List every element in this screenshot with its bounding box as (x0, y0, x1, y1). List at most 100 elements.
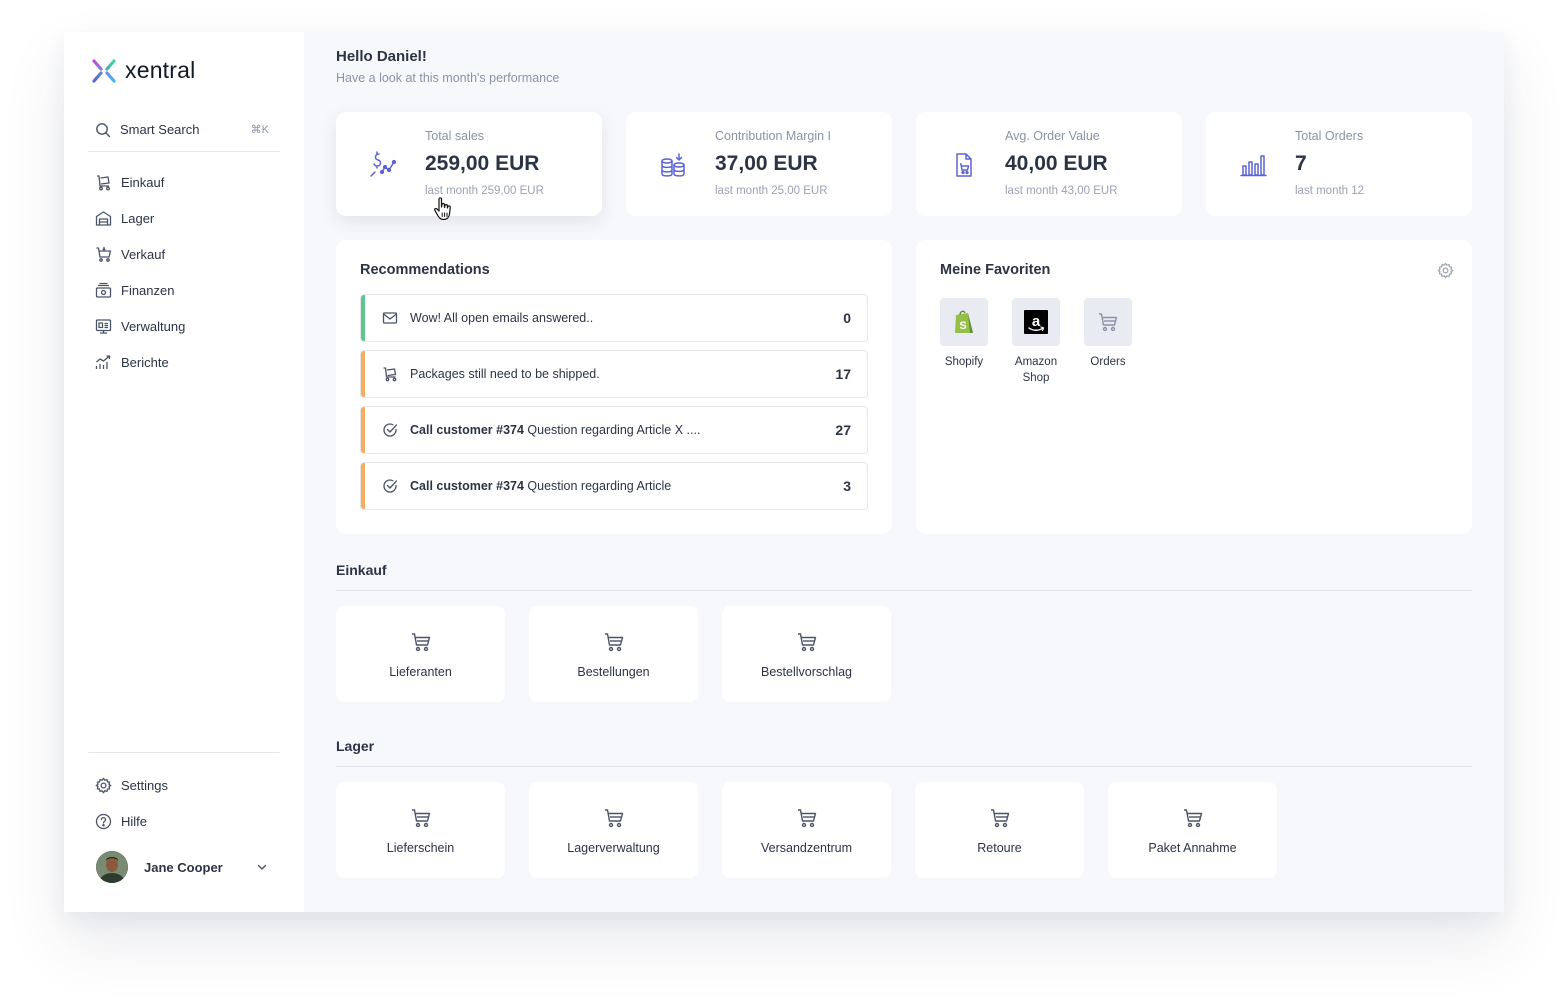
search-icon (96, 122, 111, 137)
warehouse-icon (95, 210, 112, 226)
favorite-orders[interactable]: Orders (1084, 298, 1132, 386)
avatar-portrait-icon (96, 851, 128, 883)
cart-trolley-icon (97, 174, 110, 190)
sidebar-item-verkauf[interactable]: Verkauf (88, 236, 280, 272)
sidebar-item-label: Einkauf (121, 174, 165, 190)
shopping-cart-icon (96, 246, 112, 262)
app-window: xentral Smart Search ⌘K Einkauf Lager Ve… (64, 32, 1504, 912)
recommendation-item[interactable]: Packages still need to be shipped. 17 (360, 350, 868, 398)
status-indicator (361, 295, 365, 341)
tile-lagerverwaltung[interactable]: Lagerverwaltung (529, 782, 698, 878)
trolley-icon (383, 367, 397, 382)
cart-icon (797, 809, 816, 828)
status-indicator (361, 463, 365, 509)
cart-icon (411, 633, 430, 652)
tiles-einkauf: Lieferanten Bestellungen Bestellvorschla… (336, 606, 891, 702)
stat-card-avg-order-value[interactable]: Avg. Order Value 40,00 EUR last month 43… (916, 112, 1182, 216)
gear-icon (95, 777, 112, 793)
stat-label: Total sales (425, 129, 485, 143)
brand-name: xentral (125, 57, 196, 83)
tile-versandzentrum[interactable]: Versandzentrum (722, 782, 891, 878)
favorite-amazon-shop[interactable]: a Amazon Shop (1012, 298, 1060, 386)
recommendation-count: 27 (835, 422, 851, 438)
user-menu[interactable]: Jane Cooper (88, 847, 280, 887)
mail-icon (382, 312, 398, 324)
smart-search-label: Smart Search (120, 122, 200, 137)
recommendation-text: Call customer #374 Question regarding Ar… (410, 423, 701, 437)
stats-row: Total sales 259,00 EUR last month 259,00… (336, 112, 1472, 216)
tile-label: Lagerverwaltung (567, 841, 660, 855)
cart-icon (990, 809, 1009, 828)
stat-label: Contribution Margin I (715, 129, 832, 143)
gear-icon[interactable] (1437, 262, 1454, 279)
tile-label: Versandzentrum (760, 841, 853, 855)
user-name: Jane Cooper (144, 859, 223, 875)
favorites-list: S Shopify a Amazon Shop Orders (940, 298, 1132, 386)
sidebar-item-label: Verwaltung (121, 318, 186, 334)
recommendations-panel: Recommendations Wow! All open emails ans… (336, 240, 892, 534)
cart-icon (1099, 313, 1118, 332)
bar-chart-icon (1240, 155, 1267, 177)
tile-label: Bestellungen (577, 665, 650, 679)
tile-lieferanten[interactable]: Lieferanten (336, 606, 505, 702)
cart-icon (1183, 809, 1202, 828)
page-title: Hello Daniel! (336, 48, 427, 65)
stat-comparison: last month 25,00 EUR (715, 185, 828, 197)
stat-card-total-sales[interactable]: Total sales 259,00 EUR last month 259,00… (336, 112, 602, 216)
tiles-lager: Lieferschein Lagerverwaltung Versandzent… (336, 782, 1277, 878)
check-circle-icon (383, 423, 398, 437)
sidebar-item-settings[interactable]: Settings (88, 767, 280, 803)
favorite-tile: a (1012, 298, 1060, 346)
tile-label: Retoure (977, 841, 1022, 855)
sidebar-item-einkauf[interactable]: Einkauf (88, 164, 280, 200)
sidebar-item-verwaltung[interactable]: Verwaltung (88, 308, 280, 344)
favorite-label: Shopify (944, 356, 984, 368)
sidebar-item-hilfe[interactable]: Hilfe (88, 803, 280, 839)
sales-icon (370, 151, 397, 177)
sidebar-item-berichte[interactable]: Berichte (88, 344, 280, 380)
favorite-shopify[interactable]: S Shopify (940, 298, 988, 386)
hand-cursor-icon (434, 197, 451, 221)
sidebar-item-label: Finanzen (121, 282, 175, 298)
favorite-label: Amazon Shop (1014, 356, 1058, 384)
svg-text:a: a (1032, 313, 1041, 330)
recommendation-item[interactable]: Wow! All open emails answered.. 0 (360, 294, 868, 342)
recommendation-text: Packages still need to be shipped. (410, 367, 600, 381)
svg-text:S: S (959, 320, 966, 332)
favorite-tile: S (940, 298, 988, 346)
stat-card-total-orders[interactable]: Total Orders 7 last month 12 (1206, 112, 1472, 216)
section-title-lager: Lager (336, 738, 375, 754)
tile-paket-annahme[interactable]: Paket Annahme (1108, 782, 1277, 878)
brand-logo[interactable]: xentral (91, 57, 195, 84)
stat-card-contribution-margin[interactable]: Contribution Margin I 37,00 EUR last mon… (626, 112, 892, 216)
recommendation-text: Call customer #374 Question regarding Ar… (410, 479, 672, 493)
tile-bestellvorschlag[interactable]: Bestellvorschlag (722, 606, 891, 702)
cart-icon (604, 809, 623, 828)
tile-retoure[interactable]: Retoure (915, 782, 1084, 878)
avatar (96, 851, 128, 883)
help-icon (95, 813, 112, 829)
smart-search[interactable]: Smart Search ⌘K (88, 116, 280, 152)
favorites-title: Meine Favoriten (940, 262, 1051, 278)
recommendation-item[interactable]: Call customer #374 Question regarding Ar… (360, 462, 868, 510)
tile-lieferschein[interactable]: Lieferschein (336, 782, 505, 878)
cart-icon (604, 633, 623, 652)
sidebar-nav: Einkauf Lager Verkauf Finanzen Verwaltun… (88, 164, 280, 380)
recommendations-list: Wow! All open emails answered.. 0 Packag… (360, 294, 868, 518)
tile-bestellungen[interactable]: Bestellungen (529, 606, 698, 702)
stat-value: 40,00 EUR (1005, 152, 1108, 175)
recommendation-item[interactable]: Call customer #374 Question regarding Ar… (360, 406, 868, 454)
sidebar-footer: Settings Hilfe Jane Cooper (88, 752, 280, 887)
order-bag-icon (956, 153, 972, 177)
smart-search-shortcut: ⌘K (250, 124, 269, 136)
shopify-icon: S (955, 310, 973, 333)
sidebar-item-lager[interactable]: Lager (88, 200, 280, 236)
stat-label: Total Orders (1295, 129, 1364, 143)
tile-label: Bestellvorschlag (760, 665, 852, 679)
sidebar-item-finanzen[interactable]: Finanzen (88, 272, 280, 308)
favorites-panel: Meine Favoriten S Shopify a Amazon Shop … (916, 240, 1472, 534)
stat-value: 37,00 EUR (715, 152, 818, 175)
tile-label: Lieferschein (386, 841, 455, 855)
status-indicator (361, 351, 365, 397)
sidebar-item-label: Lager (121, 210, 155, 226)
